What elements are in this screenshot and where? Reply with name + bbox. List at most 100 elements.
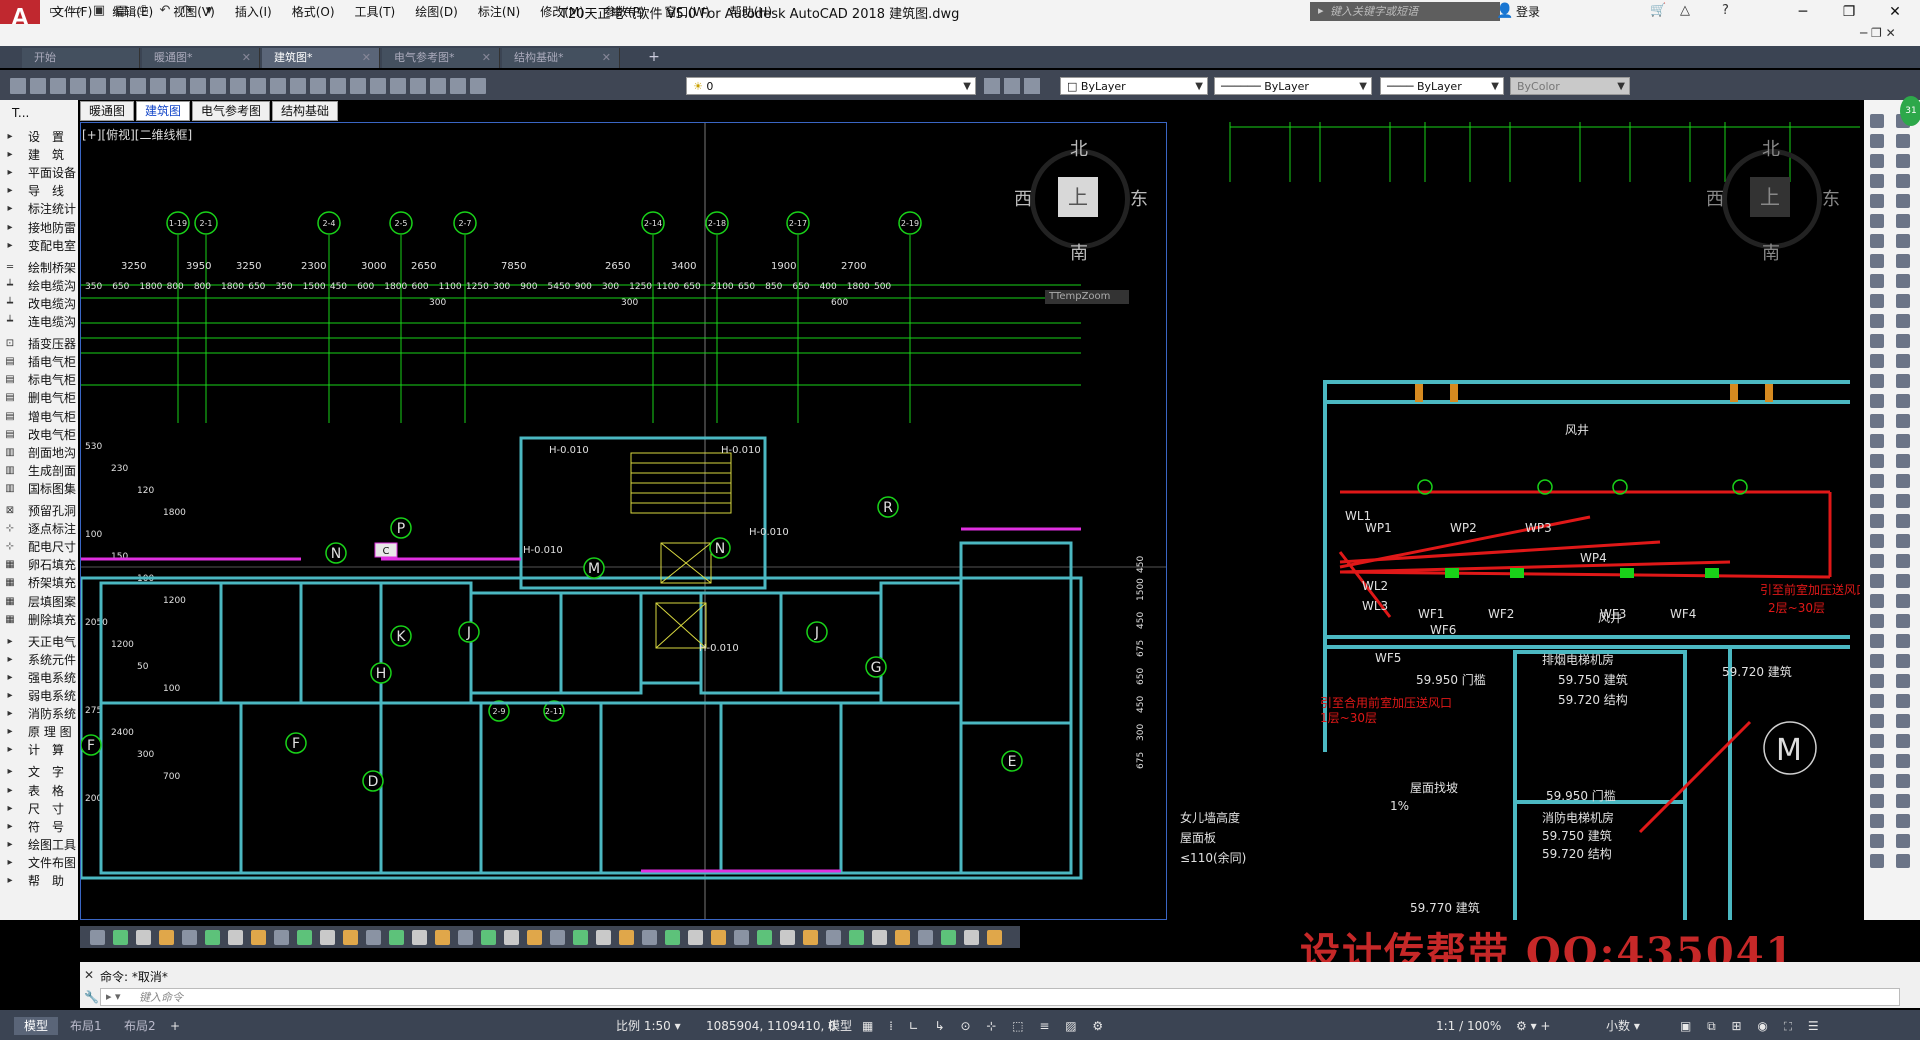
draw-tool-icon[interactable] [1896,194,1910,208]
tangent-tool-icon[interactable] [343,930,358,945]
draw-tool-icon[interactable] [1896,254,1910,268]
tangent-tool-icon[interactable] [504,930,519,945]
close-icon[interactable]: ✕ [602,48,611,68]
zoom-realtime-icon[interactable] [270,78,286,94]
redo-icon[interactable] [230,78,246,94]
panel-item[interactable]: ▸ 文 字 [0,763,78,781]
copy-icon[interactable] [150,78,166,94]
draw-tool-icon[interactable] [1896,154,1910,168]
annotation-scale[interactable]: 1:1 / 100% [1436,1017,1501,1035]
calculator-icon[interactable] [430,78,446,94]
draw-tool-icon[interactable] [1896,374,1910,388]
tangent-tool-icon[interactable] [918,930,933,945]
tangent-tool-icon[interactable] [734,930,749,945]
tangent-tool-icon[interactable] [872,930,887,945]
panel-item[interactable]: ▸ 强电系统 [0,669,78,687]
doc-window-controls[interactable]: ─ ❐ ✕ [1860,26,1896,40]
draw-tool-icon[interactable] [1896,554,1910,568]
menu-view[interactable]: 视图(V) [173,3,215,20]
panel-item[interactable]: ▸ 变配电室 [0,237,78,255]
tab-architecture[interactable]: 建筑图* ✕ [262,48,380,68]
viewcube[interactable]: 上 北 西 东 南 [1014,135,1148,265]
status-tray-icons[interactable]: ▣ ⧉ ⊞ ◉ ⛶ ☰ [1680,1017,1825,1035]
undo-icon[interactable] [210,78,226,94]
tangent-tool-icon[interactable] [481,930,496,945]
draw-tool-icon[interactable] [1896,614,1910,628]
compass-west[interactable]: 西 [1706,185,1724,211]
tangent-tool-icon[interactable] [757,930,772,945]
draw-tool-icon[interactable] [1870,194,1884,208]
open-icon[interactable] [30,78,46,94]
properties-icon[interactable] [330,78,346,94]
pan-icon[interactable] [250,78,266,94]
print-icon[interactable] [70,78,86,94]
tangent-tool-icon[interactable] [665,930,680,945]
preview-icon[interactable] [90,78,106,94]
tangent-tool-icon[interactable] [159,930,174,945]
menu-dimension[interactable]: 标注(N) [478,3,520,20]
tangent-tool-icon[interactable] [642,930,657,945]
panel-item[interactable]: ▸ 建 筑 [0,146,78,164]
make-current-layer-icon[interactable] [984,78,1000,94]
draw-tool-icon[interactable] [1896,534,1910,548]
tangent-tool-icon[interactable] [389,930,404,945]
tangent-tool-icon[interactable] [987,930,1002,945]
panel-item[interactable]: ▸ 系统元件 [0,651,78,669]
tab-model[interactable]: 模型 [14,1017,59,1035]
layer-dropdown[interactable]: ☀ 0 ▼ [686,77,976,95]
add-layout-icon[interactable]: + [170,1017,180,1035]
panel-item[interactable]: ▤ 删电气柜 [0,389,78,407]
draw-tool-icon[interactable] [1896,314,1910,328]
units-dropdown[interactable]: 小数 ▾ [1606,1017,1640,1035]
tangent-tool-icon[interactable] [941,930,956,945]
tangent-tool-icon[interactable] [596,930,611,945]
draw-tool-icon[interactable] [1896,774,1910,788]
panel-item[interactable]: ═ 绘制桥架 [0,259,78,277]
draw-tool-icon[interactable] [1870,474,1884,488]
panel-item[interactable]: ▤ 增电气柜 [0,408,78,426]
panel-item[interactable]: ▸ 符 号 [0,818,78,836]
draw-tool-icon[interactable] [1896,654,1910,668]
draw-tool-icon[interactable] [1870,694,1884,708]
draw-tool-icon[interactable] [1870,534,1884,548]
draw-tool-icon[interactable] [1870,334,1884,348]
help-search-input[interactable]: 键入关键字或短语 [1310,2,1500,21]
panel-item[interactable]: ▤ 标电气柜 [0,371,78,389]
draw-tool-icon[interactable] [1870,814,1884,828]
tangent-tool-icon[interactable] [205,930,220,945]
zoom-previous-icon[interactable] [310,78,326,94]
command-input[interactable]: 键入命令 [100,988,1900,1006]
draw-tool-icon[interactable] [1870,774,1884,788]
draw-tool-icon[interactable] [1870,634,1884,648]
menu-insert[interactable]: 插入(I) [235,3,272,20]
close-icon[interactable]: ✕ [482,48,491,68]
draw-tool-icon[interactable] [1870,274,1884,288]
minimize-icon[interactable]: ─ [1780,0,1826,24]
panel-item[interactable]: ▸ 设 置 [0,128,78,146]
panel-item[interactable]: ⊹ 逐点标注 [0,520,78,538]
draw-tool-icon[interactable] [1870,314,1884,328]
draw-tool-icon[interactable] [1896,734,1910,748]
draw-tool-icon[interactable] [1896,674,1910,688]
publish-icon[interactable] [110,78,126,94]
tangent-tool-icon[interactable] [136,930,151,945]
draw-tool-icon[interactable] [1896,394,1910,408]
draw-tool-icon[interactable] [1870,434,1884,448]
panel-item[interactable]: ┷ 连电缆沟 [0,313,78,331]
panel-item[interactable]: ▸ 尺 寸 [0,800,78,818]
menu-tools[interactable]: 工具(T) [355,3,396,20]
viewcube-top-face[interactable]: 上 [1058,177,1098,217]
panel-item[interactable]: ▸ 表 格 [0,782,78,800]
viewport-left[interactable]: 1-19 2-1 2-4 2-5 2-7 2-14 2-18 2-17 2-19 2-9 2-11 … [79,122,1167,920]
dtab-electrical-ref[interactable]: 电气参考图 [192,101,271,121]
draw-tool-icon[interactable] [1870,414,1884,428]
viewcube-right[interactable]: 上 北 西 东 南 [1706,135,1840,265]
draw-tool-icon[interactable] [1870,854,1884,868]
menu-modify[interactable]: 修改(M) [540,3,584,20]
draw-tool-icon[interactable] [1896,414,1910,428]
help-icon[interactable] [450,78,466,94]
restore-icon[interactable]: ❐ [1826,0,1872,24]
markup-icon[interactable] [410,78,426,94]
draw-tool-icon[interactable] [1870,254,1884,268]
draw-tool-icon[interactable] [1870,494,1884,508]
